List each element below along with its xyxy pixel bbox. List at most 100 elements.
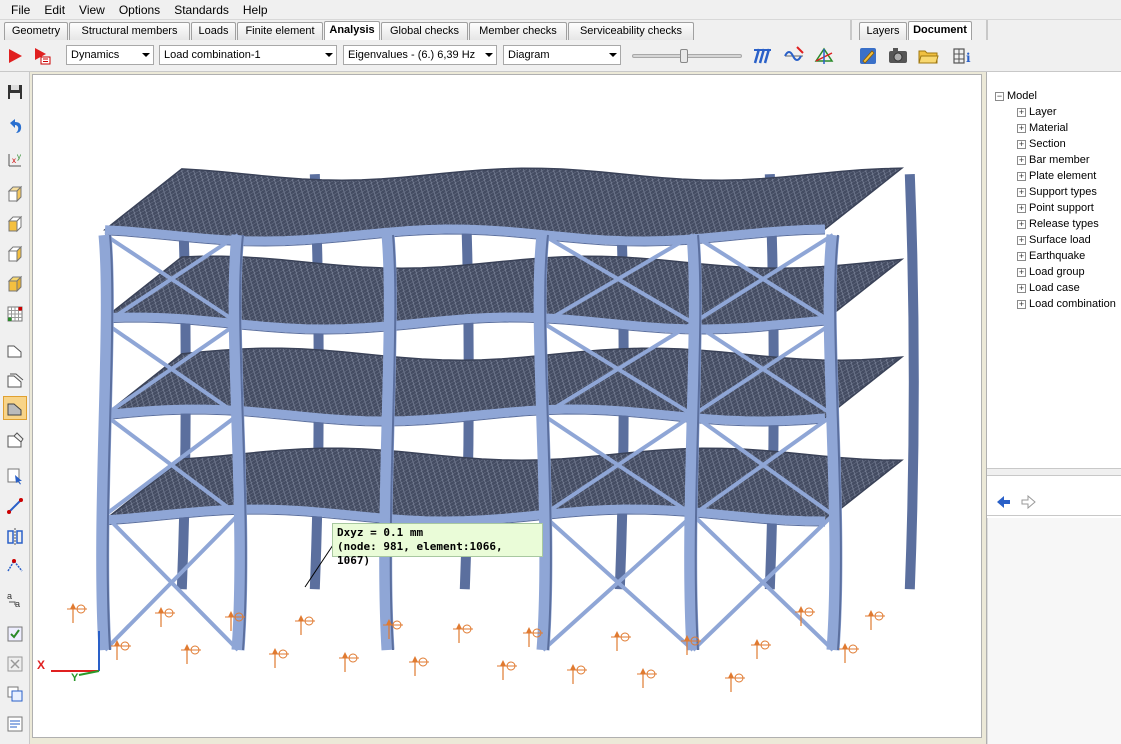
support-arrowhead (614, 631, 620, 637)
label-tool-button[interactable]: aa (3, 588, 27, 612)
section-view-3-button[interactable] (3, 396, 27, 420)
tree-expand-icon[interactable]: + (1017, 220, 1026, 229)
properties-icon (7, 716, 23, 732)
eigenvalue-select[interactable]: Eigenvalues - (6.) 6,39 Hz (343, 45, 497, 65)
tab-row: Geometry Structural members Loads Finite… (0, 20, 1121, 40)
tree-expand-icon[interactable]: + (1017, 284, 1026, 293)
tab-serviceability-checks[interactable]: Serviceability checks (568, 22, 694, 40)
section-outline-icon (7, 345, 22, 358)
check-list-icon (7, 626, 23, 642)
svg-text:a: a (15, 599, 20, 609)
pencil-icon (860, 48, 876, 64)
tab-analysis[interactable]: Analysis (324, 21, 380, 40)
slider-thumb[interactable] (680, 49, 688, 63)
section-3d-icon (7, 432, 24, 448)
analysis-type-select[interactable]: Dynamics (66, 45, 154, 65)
navigation-bar (987, 492, 1121, 516)
dimension-icon (7, 559, 23, 572)
structure-report-icon: i (953, 48, 971, 65)
animation-slider[interactable] (632, 49, 742, 63)
view-top-button[interactable] (3, 272, 27, 296)
mode-shape-icon (753, 48, 771, 64)
x-axis-label: X (37, 658, 45, 672)
select-tool-button[interactable] (3, 464, 27, 488)
diagram-button[interactable] (782, 44, 806, 68)
tree-expand-icon[interactable]: + (1017, 124, 1026, 133)
structure-report-button[interactable]: i (950, 44, 974, 68)
copy-tool-button[interactable] (3, 682, 27, 706)
menu-file[interactable]: File (4, 1, 37, 19)
tree-expand-icon[interactable]: + (1017, 204, 1026, 213)
grid-icon (7, 306, 23, 322)
open-folder-button[interactable] (916, 44, 940, 68)
support-arrowhead (868, 610, 874, 616)
transform-tool-button[interactable] (3, 494, 27, 518)
mirror-tool-button[interactable] (3, 524, 27, 548)
tab-member-checks[interactable]: Member checks (469, 22, 567, 40)
tab-loads[interactable]: Loads (191, 22, 236, 40)
forward-arrow-icon[interactable] (1021, 494, 1037, 512)
run-options-button[interactable] (30, 44, 54, 68)
tree-expand-icon[interactable]: + (1017, 108, 1026, 117)
model-viewport[interactable]: XY Dxyz = 0.1 mm (node: 981, element:106… (32, 74, 982, 738)
model-view-button[interactable] (812, 44, 836, 68)
panel-splitter[interactable] (987, 468, 1121, 476)
tree-expand-icon[interactable]: + (1017, 172, 1026, 181)
tree-item-label: Load combination (1029, 298, 1116, 310)
delete-tool-button[interactable] (3, 652, 27, 676)
tree-expand-icon[interactable]: + (1017, 140, 1026, 149)
edit-document-button[interactable] (856, 44, 880, 68)
save-button[interactable] (3, 80, 27, 104)
tree-expand-icon[interactable]: + (1017, 300, 1026, 309)
tab-geometry[interactable]: Geometry (4, 22, 68, 40)
display-mode-select[interactable]: Diagram (503, 45, 621, 65)
support-arrowhead (412, 656, 418, 662)
undo-icon (10, 119, 22, 133)
tree-collapse-icon[interactable]: − (995, 92, 1004, 101)
tab-document[interactable]: Document (908, 21, 972, 40)
section-view-1-button[interactable] (3, 338, 27, 362)
support-arrowhead (798, 606, 804, 612)
mesh-view-button[interactable] (3, 302, 27, 326)
tab-layers[interactable]: Layers (859, 22, 907, 40)
mirror-icon (7, 528, 23, 545)
tab-structural-members[interactable]: Structural members (69, 22, 190, 40)
back-arrow-icon[interactable] (995, 495, 1011, 512)
dimension-tool-button[interactable] (3, 554, 27, 578)
tree-item-label: Section (1029, 138, 1066, 150)
section-view-2-button[interactable] (3, 368, 27, 392)
tree-item-label: Load group (1029, 266, 1085, 278)
structure-model-3d[interactable]: XY (33, 75, 982, 738)
document-preview-area (987, 518, 1121, 744)
menu-edit[interactable]: Edit (37, 1, 72, 19)
section-view-4-button[interactable] (3, 428, 27, 452)
tree-expand-icon[interactable]: + (1017, 252, 1026, 261)
svg-text:i: i (966, 51, 971, 65)
undo-button[interactable] (3, 114, 27, 138)
svg-text:a: a (7, 591, 12, 601)
menu-view[interactable]: View (72, 1, 112, 19)
view-front-button[interactable] (3, 212, 27, 236)
camera-button[interactable] (886, 44, 910, 68)
tree-expand-icon[interactable]: + (1017, 156, 1026, 165)
tree-expand-icon[interactable]: + (1017, 268, 1026, 277)
mode-shape-button[interactable] (750, 44, 774, 68)
tree-expand-icon[interactable]: + (1017, 236, 1026, 245)
cube-front-icon (7, 215, 23, 233)
tree-expand-icon[interactable]: + (1017, 188, 1026, 197)
support-arrowhead (228, 611, 234, 617)
coordinate-system-button[interactable]: xy (3, 148, 27, 172)
run-analysis-button[interactable] (3, 44, 27, 68)
menu-options[interactable]: Options (112, 1, 167, 19)
properties-tool-button[interactable] (3, 712, 27, 736)
menu-standards[interactable]: Standards (167, 1, 236, 19)
cube-side-icon (7, 245, 23, 263)
load-combination-select[interactable]: Load combination-1 (159, 45, 337, 65)
view-iso-button[interactable] (3, 182, 27, 206)
tab-global-checks[interactable]: Global checks (381, 22, 468, 40)
check-tool-button[interactable] (3, 622, 27, 646)
menu-help[interactable]: Help (236, 1, 275, 19)
tree-item-label: Load case (1029, 282, 1080, 294)
view-side-button[interactable] (3, 242, 27, 266)
tab-finite-element[interactable]: Finite element (237, 22, 323, 40)
